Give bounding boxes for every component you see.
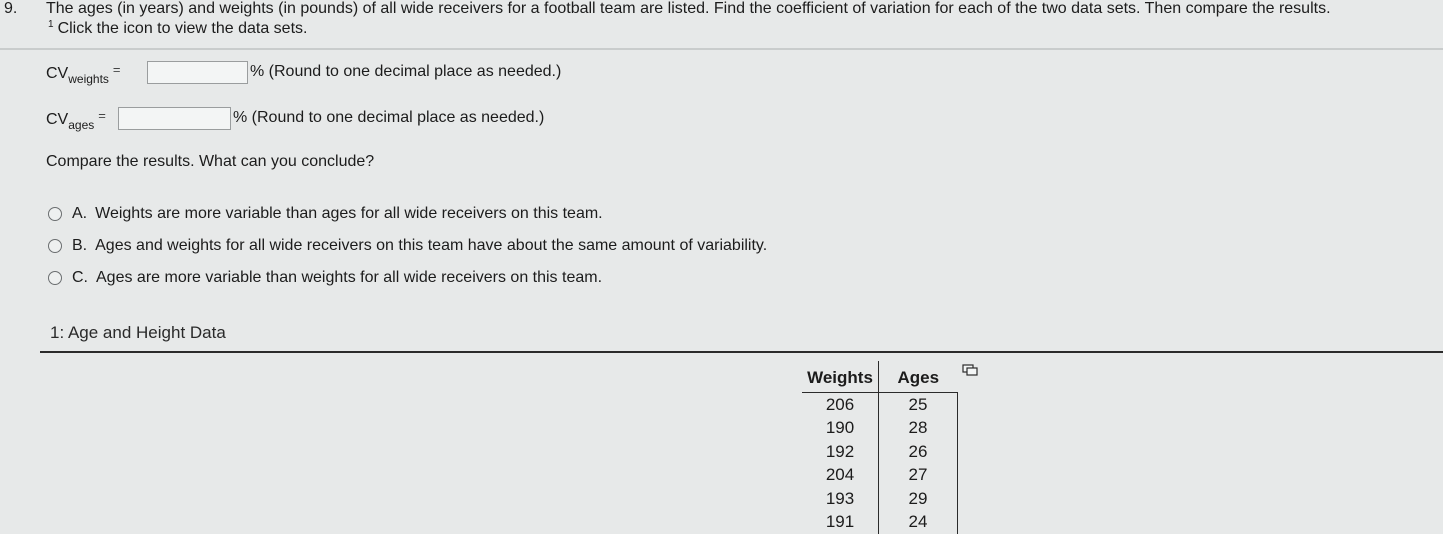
option-a[interactable]: A. Weights are more variable than ages f… — [48, 205, 603, 223]
table-row: 20427 — [802, 464, 958, 488]
divider — [0, 48, 1443, 50]
data-panel-divider — [40, 351, 1443, 353]
weight-cell: 190 — [802, 417, 879, 441]
age-cell: 27 — [879, 464, 958, 488]
table-row: 19124 — [802, 511, 958, 534]
age-cell: 24 — [879, 511, 958, 534]
radio-button[interactable] — [48, 271, 62, 285]
cv-weights-round-note: % (Round to one decimal place as needed.… — [250, 63, 561, 81]
option-c[interactable]: C. Ages are more variable than weights f… — [48, 269, 602, 287]
age-cell: 25 — [879, 393, 958, 417]
table-header-row: Weights Ages — [802, 361, 958, 393]
option-b[interactable]: B. Ages and weights for all wide receive… — [48, 237, 767, 255]
question-number: 9. — [4, 0, 17, 18]
table-row: 19226 — [802, 440, 958, 464]
cv-weights-input[interactable] — [147, 61, 248, 84]
data-table: Weights Ages 20625 19028 19226 20427 193… — [802, 361, 958, 534]
radio-button[interactable] — [48, 207, 62, 221]
data-sets-note: 1 Click the icon to view the data sets. — [48, 19, 307, 38]
data-panel-title: 1: Age and Height Data — [50, 323, 226, 343]
cv-ages-label: CVages= — [46, 108, 106, 132]
question-text: The ages (in years) and weights (in poun… — [46, 0, 1331, 18]
weight-cell: 204 — [802, 464, 879, 488]
weight-cell: 206 — [802, 393, 879, 417]
weight-cell: 192 — [802, 440, 879, 464]
age-cell: 26 — [879, 440, 958, 464]
copy-icon[interactable] — [962, 364, 978, 376]
compare-prompt: Compare the results. What can you conclu… — [46, 153, 374, 171]
age-cell: 29 — [879, 487, 958, 511]
table-row: 19329 — [802, 487, 958, 511]
radio-button[interactable] — [48, 239, 62, 253]
column-header-weights: Weights — [802, 361, 879, 393]
column-header-ages: Ages — [879, 361, 958, 393]
table-row: 20625 — [802, 393, 958, 417]
age-cell: 28 — [879, 417, 958, 441]
table-row: 19028 — [802, 417, 958, 441]
cv-ages-round-note: % (Round to one decimal place as needed.… — [233, 109, 544, 127]
note-text: Click the icon to view the data sets. — [58, 20, 308, 37]
cv-ages-input[interactable] — [118, 107, 231, 130]
weight-cell: 193 — [802, 487, 879, 511]
cv-weights-label: CVweights= — [46, 62, 121, 86]
footnote-marker[interactable]: 1 — [48, 19, 54, 30]
weight-cell: 191 — [802, 511, 879, 534]
